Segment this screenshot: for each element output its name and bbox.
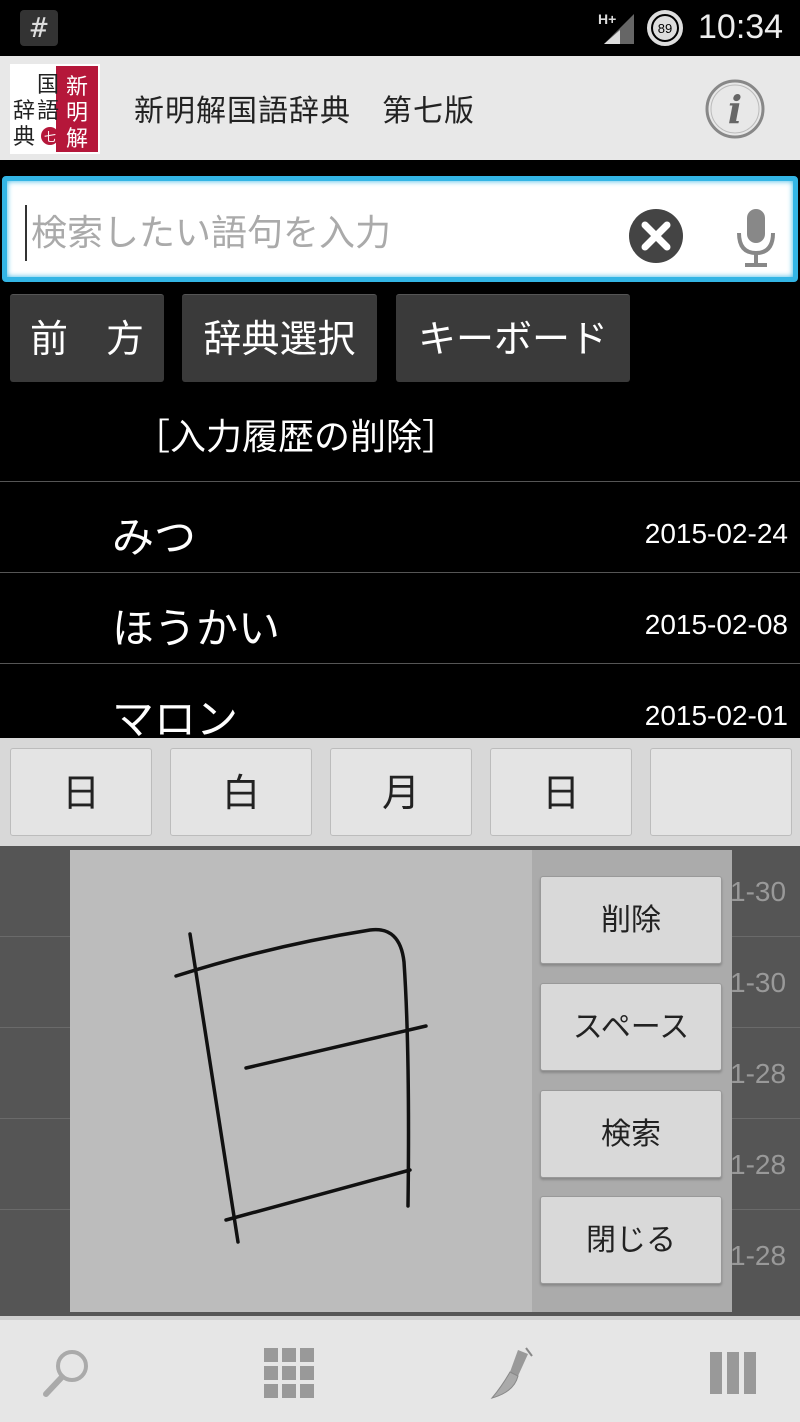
svg-text:明: 明 bbox=[66, 101, 88, 126]
history-date: 2015-02-24 bbox=[644, 518, 788, 549]
bottom-nav bbox=[0, 1316, 800, 1422]
svg-text:解: 解 bbox=[66, 127, 88, 152]
candidate-4[interactable]: 日 bbox=[490, 748, 632, 836]
brush-icon[interactable] bbox=[488, 1346, 542, 1400]
keyboard-button[interactable]: キーボード bbox=[396, 294, 630, 382]
candidate-bar: 日 白 月 日 bbox=[0, 738, 800, 846]
clear-icon[interactable] bbox=[627, 207, 685, 265]
history-word: マロン bbox=[112, 695, 239, 738]
history-date: 2015-02-01 bbox=[644, 700, 788, 731]
svg-text:国: 国 bbox=[37, 73, 59, 98]
network-type: H+ bbox=[598, 11, 616, 27]
forward-button[interactable]: 前 方 bbox=[10, 294, 164, 382]
history-item[interactable]: みつ 2015-02-24 bbox=[0, 481, 800, 572]
svg-text:典: 典 bbox=[13, 125, 35, 150]
mic-icon[interactable] bbox=[733, 207, 779, 269]
search-input[interactable] bbox=[25, 205, 605, 261]
search-icon[interactable] bbox=[40, 1346, 94, 1400]
candidate-1[interactable]: 日 bbox=[10, 748, 152, 836]
close-button[interactable]: 閉じる bbox=[540, 1196, 722, 1284]
delete-button[interactable]: 削除 bbox=[540, 876, 722, 964]
search-box bbox=[2, 176, 798, 282]
dimmed-date: 1-30 bbox=[730, 876, 787, 907]
candidate-2[interactable]: 白 bbox=[170, 748, 312, 836]
svg-text:i: i bbox=[728, 87, 742, 132]
app-title: 新明解国語辞典 第七版 bbox=[134, 94, 475, 129]
columns-icon[interactable] bbox=[706, 1346, 760, 1400]
svg-text:辞: 辞 bbox=[13, 99, 35, 124]
search-bar bbox=[0, 170, 800, 286]
signal-icon: H+ bbox=[598, 11, 634, 44]
grid-icon[interactable] bbox=[262, 1346, 316, 1400]
svg-text:新: 新 bbox=[66, 75, 88, 100]
history-item[interactable]: マロン 2015-02-01 bbox=[0, 663, 800, 738]
dimmed-date: 1-28 bbox=[730, 1058, 787, 1089]
svg-text:七: 七 bbox=[44, 130, 56, 144]
candidate-5[interactable] bbox=[650, 748, 792, 836]
history-item[interactable]: ほうかい 2015-02-08 bbox=[0, 572, 800, 663]
app-bar: 新 明 解 国 辞 語 典 七 新明解国語辞典 第七版 i bbox=[0, 56, 800, 160]
history-word: ほうかい bbox=[112, 604, 281, 653]
hash-icon: # bbox=[20, 10, 58, 46]
history-date: 2015-02-08 bbox=[644, 609, 788, 640]
dimmed-date: 1-28 bbox=[730, 1240, 787, 1271]
dictionary-select-button[interactable]: 辞典選択 bbox=[182, 294, 377, 382]
svg-text:語: 語 bbox=[37, 99, 59, 124]
dimmed-date: 1-28 bbox=[730, 1149, 787, 1180]
history-word: みつ bbox=[112, 513, 197, 562]
dimmed-date: 1-30 bbox=[730, 967, 787, 998]
search-button[interactable]: 検索 bbox=[540, 1090, 722, 1178]
battery-icon: 89 bbox=[647, 10, 683, 46]
clock: 10:34 bbox=[698, 8, 784, 46]
candidate-3[interactable]: 月 bbox=[330, 748, 472, 836]
clear-history-link[interactable]: ［入力履歴の削除］ bbox=[134, 408, 458, 460]
handwriting-canvas[interactable] bbox=[70, 850, 532, 1312]
space-button[interactable]: スペース bbox=[540, 983, 722, 1071]
info-icon[interactable]: i bbox=[704, 78, 766, 140]
status-bar: # H+ 89 10:34 bbox=[0, 0, 800, 56]
app-logo: 新 明 解 国 辞 語 典 七 bbox=[10, 64, 100, 154]
battery-level: 89 bbox=[658, 21, 672, 36]
